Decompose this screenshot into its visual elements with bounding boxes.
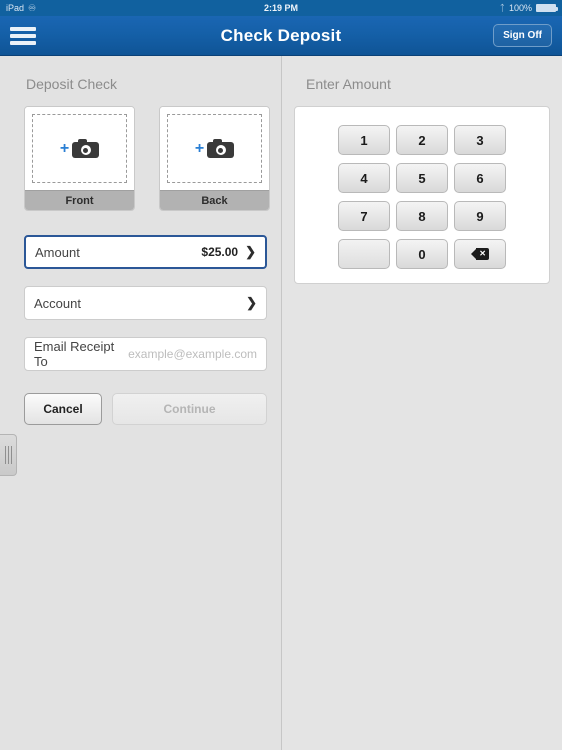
- chevron-right-icon: ❯: [246, 295, 257, 310]
- key-backspace[interactable]: ✕: [454, 239, 506, 269]
- grip-line: [10, 446, 12, 464]
- status-bar: iPad ♾ 2:19 PM ᛏ 100%: [0, 0, 562, 16]
- status-bar-right: ᛏ 100%: [499, 3, 558, 13]
- hamburger-bar: [10, 33, 36, 38]
- enter-amount-panel: Enter Amount 1 2 3 4 5 6 7 8 9 0 ✕: [282, 56, 562, 750]
- continue-button[interactable]: Continue: [112, 393, 267, 425]
- amount-value: $25.00: [201, 245, 239, 259]
- capture-front-area[interactable]: +: [25, 107, 134, 190]
- bluetooth-icon: ᛏ: [499, 3, 505, 13]
- key-2[interactable]: 2: [396, 125, 448, 155]
- key-9[interactable]: 9: [454, 201, 506, 231]
- check-capture-row: + Front + Back: [24, 106, 281, 211]
- keypad-card: 1 2 3 4 5 6 7 8 9 0 ✕: [294, 106, 550, 284]
- capture-front[interactable]: + Front: [24, 106, 135, 211]
- email-receipt-field-row[interactable]: Email Receipt To example@example.com: [24, 337, 267, 371]
- navigation-bar: Check Deposit Sign Off: [0, 16, 562, 56]
- battery-percent-label: 100%: [508, 3, 532, 13]
- plus-icon: +: [194, 139, 205, 157]
- grip-line: [4, 446, 6, 464]
- email-receipt-input[interactable]: example@example.com: [128, 347, 257, 361]
- camera-add-icon: +: [59, 139, 100, 158]
- key-3[interactable]: 3: [454, 125, 506, 155]
- camera-icon: [72, 139, 100, 158]
- plus-icon: +: [59, 139, 70, 157]
- amount-field-row[interactable]: Amount $25.00 ❯: [24, 235, 267, 269]
- deposit-check-title: Deposit Check: [26, 76, 118, 92]
- key-1[interactable]: 1: [338, 125, 390, 155]
- key-8[interactable]: 8: [396, 201, 448, 231]
- chevron-right-icon: ❯: [245, 244, 256, 259]
- hamburger-menu-icon[interactable]: [10, 25, 36, 47]
- main-content: Deposit Check + Front + Back Amount $25.…: [0, 56, 562, 750]
- capture-back-label: Back: [160, 190, 269, 210]
- hamburger-bar: [10, 26, 36, 31]
- capture-front-label: Front: [25, 190, 134, 210]
- hamburger-bar: [10, 40, 36, 45]
- amount-label: Amount: [35, 244, 80, 260]
- sync-icon: ♾: [28, 2, 37, 13]
- status-bar-left: iPad ♾: [6, 3, 36, 14]
- device-label: iPad: [6, 3, 25, 13]
- key-0[interactable]: 0: [396, 239, 448, 269]
- battery-icon: [536, 4, 558, 12]
- app-screen: iPad ♾ 2:19 PM ᛏ 100% Check Deposit Sign…: [0, 0, 562, 750]
- key-7[interactable]: 7: [338, 201, 390, 231]
- enter-amount-title: Enter Amount: [306, 76, 391, 92]
- grip-line: [7, 446, 9, 464]
- capture-back-area[interactable]: +: [160, 107, 269, 190]
- numeric-keypad: 1 2 3 4 5 6 7 8 9 0 ✕: [295, 125, 549, 269]
- deposit-check-panel: Deposit Check + Front + Back Amount $25.…: [0, 56, 282, 750]
- page-title: Check Deposit: [220, 25, 342, 45]
- panel-resize-handle[interactable]: [0, 434, 17, 476]
- key-5[interactable]: 5: [396, 163, 448, 193]
- cancel-button[interactable]: Cancel: [24, 393, 102, 425]
- key-4[interactable]: 4: [338, 163, 390, 193]
- key-6[interactable]: 6: [454, 163, 506, 193]
- status-bar-time: 2:19 PM: [263, 3, 298, 13]
- sign-off-button[interactable]: Sign Off: [493, 24, 552, 47]
- account-field-row[interactable]: Account ❯: [24, 286, 267, 320]
- capture-back[interactable]: + Back: [159, 106, 270, 211]
- camera-add-icon: +: [194, 139, 235, 158]
- backspace-icon: ✕: [471, 248, 489, 260]
- deposit-fields: Amount $25.00 ❯ Account ❯ Email Receipt …: [24, 235, 267, 371]
- camera-icon: [207, 139, 235, 158]
- account-label: Account: [34, 295, 81, 311]
- key-blank[interactable]: [338, 239, 390, 269]
- email-receipt-label: Email Receipt To: [34, 339, 115, 369]
- action-button-row: Cancel Continue: [24, 393, 267, 425]
